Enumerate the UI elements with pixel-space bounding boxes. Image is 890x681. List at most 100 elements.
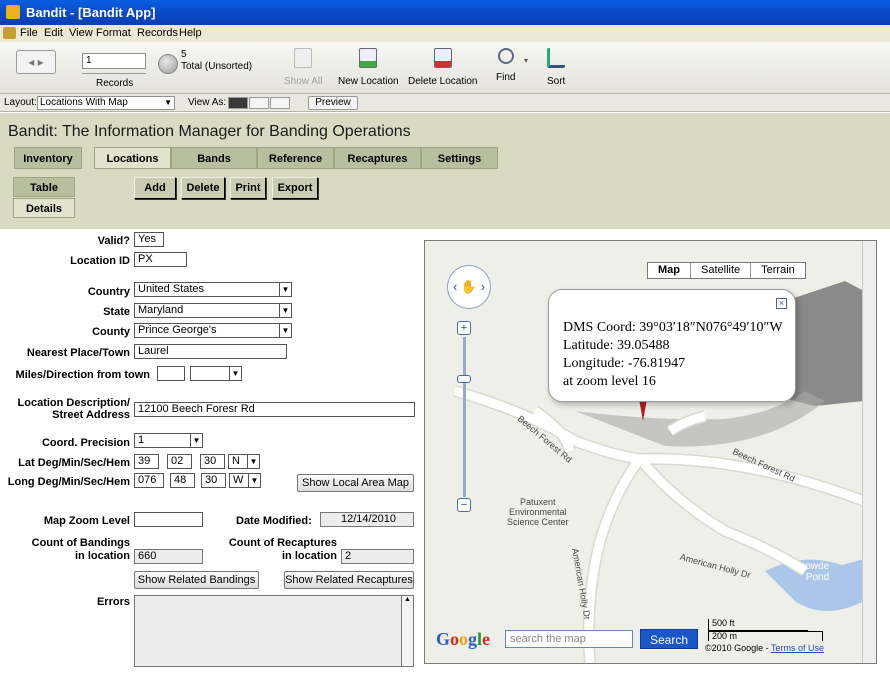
county-dropdown[interactable]: Prince George's ▼ bbox=[134, 323, 292, 338]
tab-inventory[interactable]: Inventory bbox=[14, 147, 82, 169]
show-all-button[interactable]: Show All bbox=[284, 48, 322, 87]
layout-select[interactable]: Locations With Map ▼ bbox=[37, 96, 175, 110]
info-latitude: Latitude: 39.05488 bbox=[563, 338, 670, 353]
map-zoom-label: Map Zoom Level bbox=[43, 515, 130, 527]
zoom-slider-handle[interactable] bbox=[457, 375, 471, 383]
miles-direction-label: Miles/Direction from town bbox=[15, 369, 150, 381]
state-dropdown[interactable]: Maryland ▼ bbox=[134, 303, 292, 318]
record-navigation-book[interactable]: ◂ ▸ bbox=[16, 50, 56, 74]
map-scrollbar[interactable] bbox=[862, 241, 876, 663]
tab-settings[interactable]: Settings bbox=[421, 147, 498, 169]
show-local-area-map-button[interactable]: Show Local Area Map bbox=[297, 474, 414, 492]
menu-help[interactable]: Help bbox=[179, 27, 202, 39]
terms-of-use-link[interactable]: Terms of Use bbox=[771, 643, 824, 653]
show-related-recaptures-button[interactable]: Show Related Recaptures bbox=[284, 571, 414, 589]
map-type-terrain[interactable]: Terrain bbox=[751, 263, 805, 278]
scale-bar-metric: 200 m bbox=[708, 631, 823, 641]
find-button[interactable]: Find bbox=[496, 48, 515, 83]
layout-bar: Layout: Locations With Map ▼ View As: Pr… bbox=[0, 94, 890, 112]
map-search-button[interactable]: Search bbox=[640, 629, 698, 649]
coord-precision-label: Coord. Precision bbox=[41, 437, 130, 449]
lat-deg-field[interactable]: 39 bbox=[134, 454, 159, 469]
menu-edit[interactable]: Edit bbox=[44, 27, 63, 39]
map-search-input[interactable]: search the map bbox=[505, 630, 633, 648]
coord-precision-dropdown[interactable]: 1 ▼ bbox=[134, 433, 203, 448]
menu-records[interactable]: Records bbox=[137, 27, 178, 39]
window-title: Bandit - [Bandit App] bbox=[26, 5, 156, 20]
zoom-out-icon[interactable]: − bbox=[457, 498, 471, 512]
map-view[interactable]: ‹ ✋ › + − Map Satellite Terrain × DMS Coor… bbox=[424, 240, 877, 664]
view-as-form-button[interactable] bbox=[228, 97, 248, 109]
menu-format[interactable]: Format bbox=[96, 27, 131, 39]
record-slider[interactable] bbox=[82, 70, 146, 74]
long-hem-dropdown[interactable]: W ▼ bbox=[229, 473, 261, 488]
poi-label: Patuxent Environmental Science Center bbox=[507, 497, 569, 527]
app-icon bbox=[6, 5, 20, 19]
delete-location-button[interactable]: Delete Location bbox=[408, 48, 478, 87]
country-label: Country bbox=[87, 286, 130, 298]
map-zoom-field[interactable] bbox=[134, 512, 203, 527]
show-related-bandings-button[interactable]: Show Related Bandings bbox=[134, 571, 259, 589]
tab-bands[interactable]: Bands bbox=[171, 147, 257, 169]
title-bar: Bandit - [Bandit App] bbox=[0, 0, 890, 25]
status-toolbar: ◂ ▸ 1 Records 5 Total (Unsorted) Show Al… bbox=[0, 42, 890, 94]
preview-button[interactable]: Preview bbox=[308, 96, 358, 110]
chevron-down-icon: ▼ bbox=[229, 367, 241, 380]
map-info-window: × DMS Coord: 39°03′18″N076°49′10″W Latit… bbox=[548, 289, 796, 402]
nearest-place-field[interactable]: Laurel bbox=[134, 344, 287, 359]
location-id-field[interactable]: PX bbox=[134, 252, 187, 267]
total-label: Total (Unsorted) bbox=[181, 61, 253, 72]
document-icon bbox=[3, 27, 16, 39]
print-button[interactable]: Print bbox=[230, 177, 266, 199]
records-label: Records bbox=[96, 78, 134, 89]
view-as-list-button[interactable] bbox=[249, 97, 269, 109]
zoom-in-icon[interactable]: + bbox=[457, 321, 471, 335]
menu-bar: File Edit View Format Records Help bbox=[0, 25, 890, 42]
map-type-satellite[interactable]: Satellite bbox=[691, 263, 752, 278]
street-address-field[interactable]: 12100 Beech Foresr Rd bbox=[134, 402, 415, 417]
info-longitude: Longitude: -76.81947 bbox=[563, 356, 686, 371]
errors-label: Errors bbox=[96, 596, 130, 608]
long-deg-field[interactable]: 076 bbox=[134, 473, 164, 488]
lat-hem-dropdown[interactable]: N ▼ bbox=[228, 454, 260, 469]
long-sec-field[interactable]: 30 bbox=[201, 473, 226, 488]
date-modified-label: Date Modified: bbox=[236, 515, 312, 527]
long-min-field[interactable]: 48 bbox=[170, 473, 195, 488]
direction-dropdown[interactable]: ▼ bbox=[190, 366, 242, 381]
pan-control[interactable]: ‹ ✋ › bbox=[447, 265, 491, 309]
find-dropdown-icon[interactable]: ▾ bbox=[524, 56, 528, 65]
new-location-button[interactable]: New Location bbox=[338, 48, 399, 87]
chevron-down-icon: ▼ bbox=[248, 474, 260, 487]
chevron-down-icon: ▼ bbox=[164, 98, 172, 107]
errors-scrollbar[interactable]: ▲ bbox=[401, 596, 413, 666]
zoom-slider-track[interactable] bbox=[463, 337, 466, 497]
menu-view[interactable]: View bbox=[69, 27, 93, 39]
delete-button[interactable]: Delete bbox=[181, 177, 225, 199]
miles-field[interactable] bbox=[157, 366, 185, 381]
lat-sec-field[interactable]: 30 bbox=[200, 454, 225, 469]
record-number-field[interactable]: 1 bbox=[82, 53, 146, 69]
close-icon[interactable]: × bbox=[776, 298, 787, 309]
export-button[interactable]: Export bbox=[272, 177, 318, 199]
errors-field[interactable]: ▲ bbox=[134, 595, 414, 667]
subtab-table[interactable]: Table bbox=[13, 177, 75, 197]
count-recaptures-field: 2 bbox=[341, 549, 414, 564]
menu-file[interactable]: File bbox=[20, 27, 38, 39]
view-as-label: View As: bbox=[188, 97, 227, 108]
valid-field[interactable]: Yes bbox=[134, 232, 164, 247]
add-button[interactable]: Add bbox=[134, 177, 176, 199]
tab-recaptures[interactable]: Recaptures bbox=[334, 147, 421, 169]
valid-label: Valid? bbox=[97, 235, 130, 247]
subtab-details[interactable]: Details bbox=[13, 198, 75, 218]
lat-min-field[interactable]: 02 bbox=[167, 454, 192, 469]
tab-locations[interactable]: Locations bbox=[94, 147, 171, 169]
scroll-up-icon[interactable]: ▲ bbox=[402, 596, 413, 603]
date-modified-field: 12/14/2010 bbox=[320, 512, 414, 527]
map-type-map[interactable]: Map bbox=[648, 263, 691, 278]
view-as-table-button[interactable] bbox=[270, 97, 290, 109]
country-dropdown[interactable]: United States ▼ bbox=[134, 282, 292, 297]
sort-button[interactable]: Sort bbox=[547, 48, 565, 87]
new-record-icon bbox=[359, 48, 378, 68]
map-copyright: ©2010 Google - Terms of Use bbox=[705, 643, 825, 653]
tab-reference[interactable]: Reference bbox=[257, 147, 334, 169]
